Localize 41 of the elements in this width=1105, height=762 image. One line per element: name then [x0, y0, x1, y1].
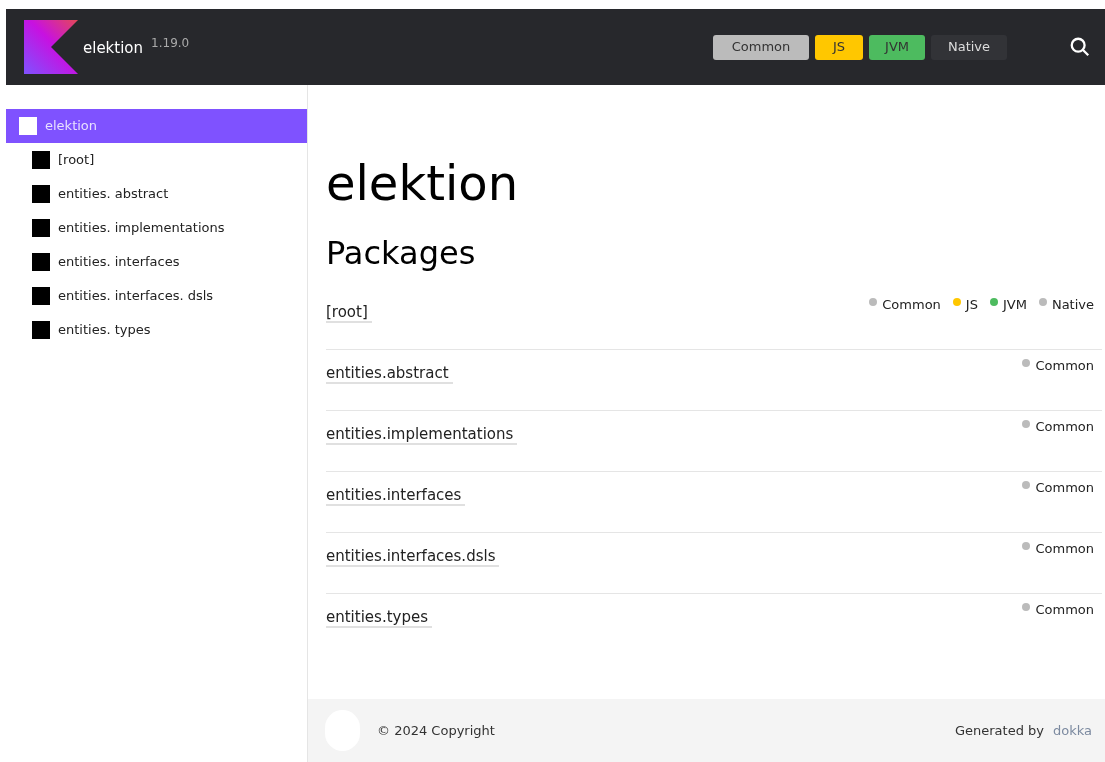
platform-filter[interactable]: Common [713, 34, 810, 60]
platform-filter[interactable]: JS [815, 34, 864, 60]
sidebar-item[interactable]: elektion [6, 109, 307, 143]
platform-tag: Common [1035, 356, 1094, 376]
package-link[interactable]: entities.implementations [326, 425, 518, 445]
platform-tag: JVM [1002, 295, 1027, 315]
package-link[interactable]: entities.types [326, 608, 432, 628]
package-link[interactable]: entities.abstract [326, 364, 453, 384]
platform-tag: Common [882, 295, 941, 315]
page-title: elektion [326, 154, 520, 213]
platform-filter[interactable]: JVM [869, 34, 925, 60]
copyright-text: © 2024 Copyright [377, 721, 495, 740]
platform-tag: Common [1035, 417, 1094, 437]
section-heading: Packages [326, 233, 477, 274]
generated-by-text: Generated by [954, 721, 1044, 740]
logo-icon [24, 20, 78, 74]
version-label: 1.19.0 [151, 35, 190, 52]
sidebar-item[interactable]: entities. abstract [6, 177, 307, 211]
sidebar-item[interactable]: entities. implementations [6, 211, 307, 245]
platform-tag: Common [1035, 600, 1094, 620]
square-icon [19, 117, 37, 135]
sidebar-item[interactable]: [root] [6, 143, 307, 177]
platform-tag: Common [1035, 478, 1094, 498]
platform-tag: Native [1051, 295, 1094, 315]
package-link[interactable]: [root] [326, 303, 372, 323]
square-icon [32, 253, 50, 271]
platform-tag: Common [1035, 539, 1094, 559]
square-icon [32, 219, 50, 237]
project-title[interactable]: elektion [83, 36, 144, 60]
sidebar-item[interactable]: entities. interfaces [6, 245, 307, 279]
platform-filter[interactable]: Native [931, 34, 1007, 60]
sidebar-item[interactable]: entities. types [6, 313, 307, 347]
square-icon [32, 287, 50, 305]
package-link[interactable]: entities.interfaces.dsls [326, 547, 500, 567]
sidebar-item[interactable]: entities. interfaces. dsls [6, 279, 307, 313]
square-icon [32, 151, 50, 169]
package-link[interactable]: entities.interfaces [326, 486, 466, 506]
square-icon [32, 185, 50, 203]
platform-tag: JS [965, 295, 978, 315]
search-icon[interactable] [1069, 36, 1091, 58]
square-icon [32, 321, 50, 339]
